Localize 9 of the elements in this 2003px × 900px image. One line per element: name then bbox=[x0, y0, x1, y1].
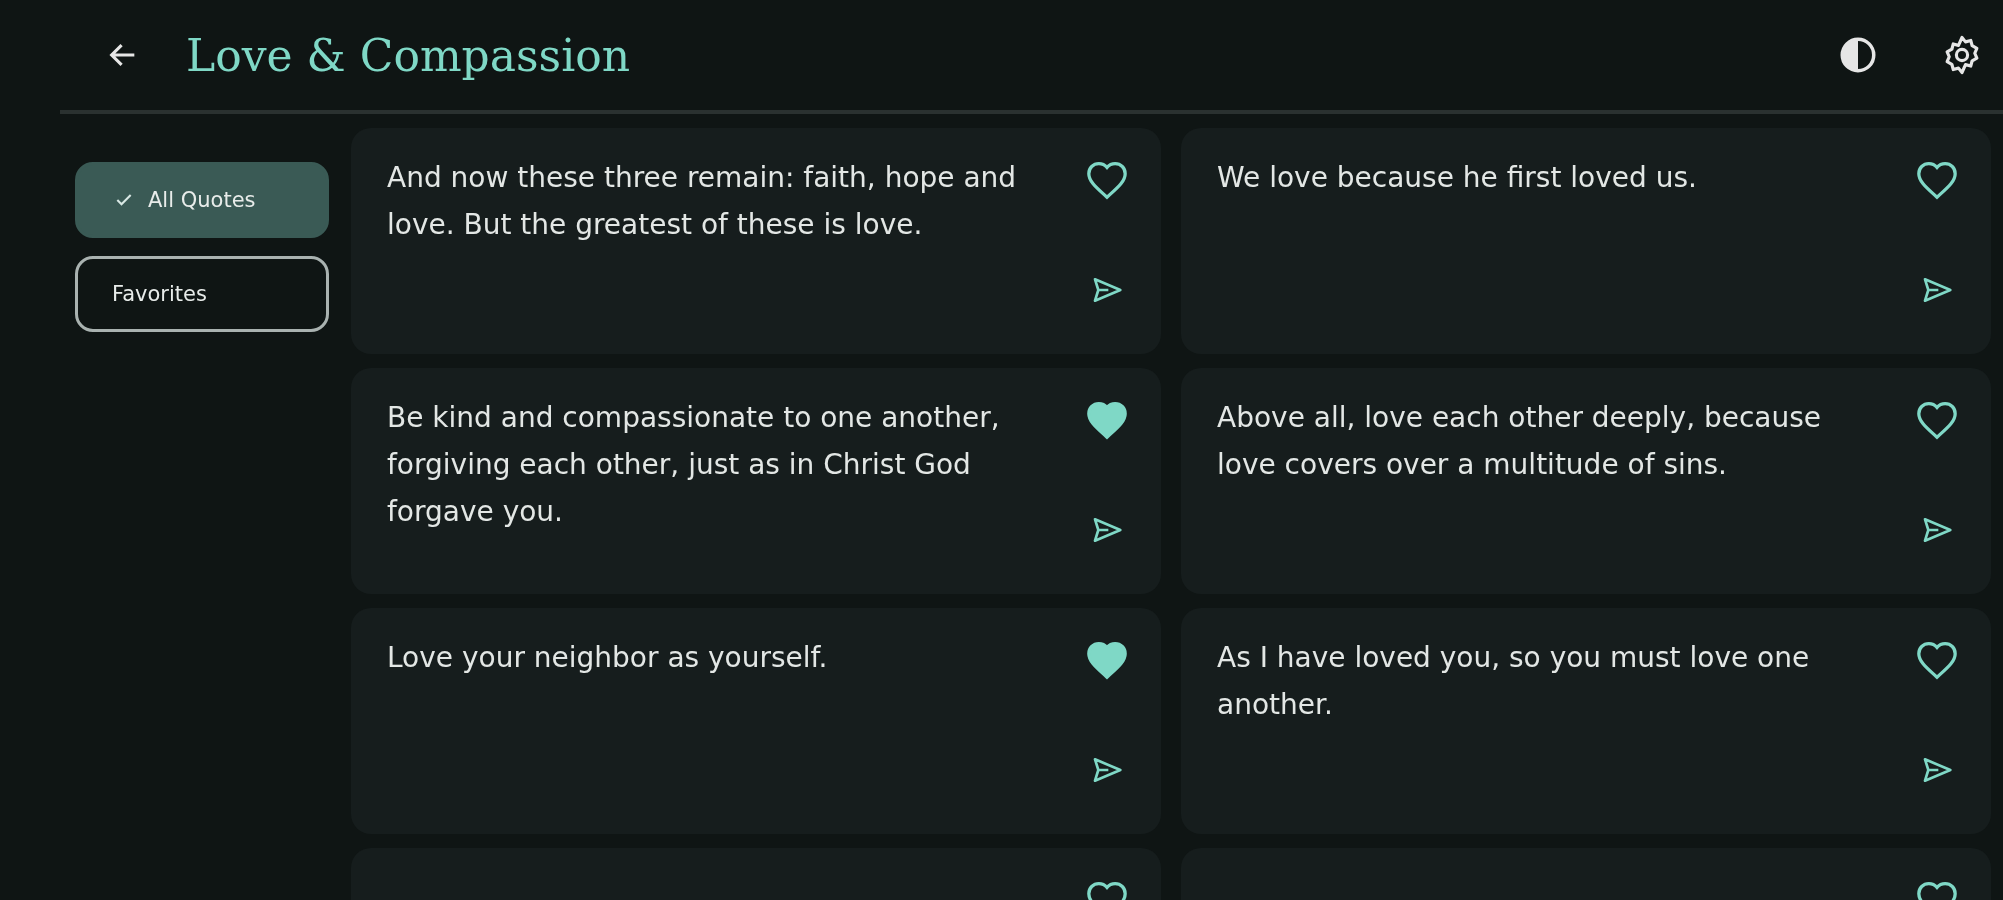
filter-chip[interactable]: All Quotes bbox=[75, 162, 329, 238]
page-title: Love & Compassion bbox=[186, 29, 631, 81]
quote-text: Above all, love each other deeply, because love covers over a multitude of sins. bbox=[1217, 400, 1823, 483]
quote-text: Love your neighbor as yourself. bbox=[387, 640, 829, 676]
quote-text: We love because he first loved us. bbox=[1217, 160, 1698, 196]
quote-text: Be kind and compassionate to one another, forgiving each other, just as in Christ God forgave you. bbox=[387, 400, 1001, 530]
filter-chip[interactable]: Favorites bbox=[75, 256, 329, 332]
quote-text: And now these three remain: faith, hope and love. But the greatest of these is love. bbox=[387, 160, 1018, 243]
quote-text: As I have loved you, so you must love one another. bbox=[1217, 640, 1811, 723]
